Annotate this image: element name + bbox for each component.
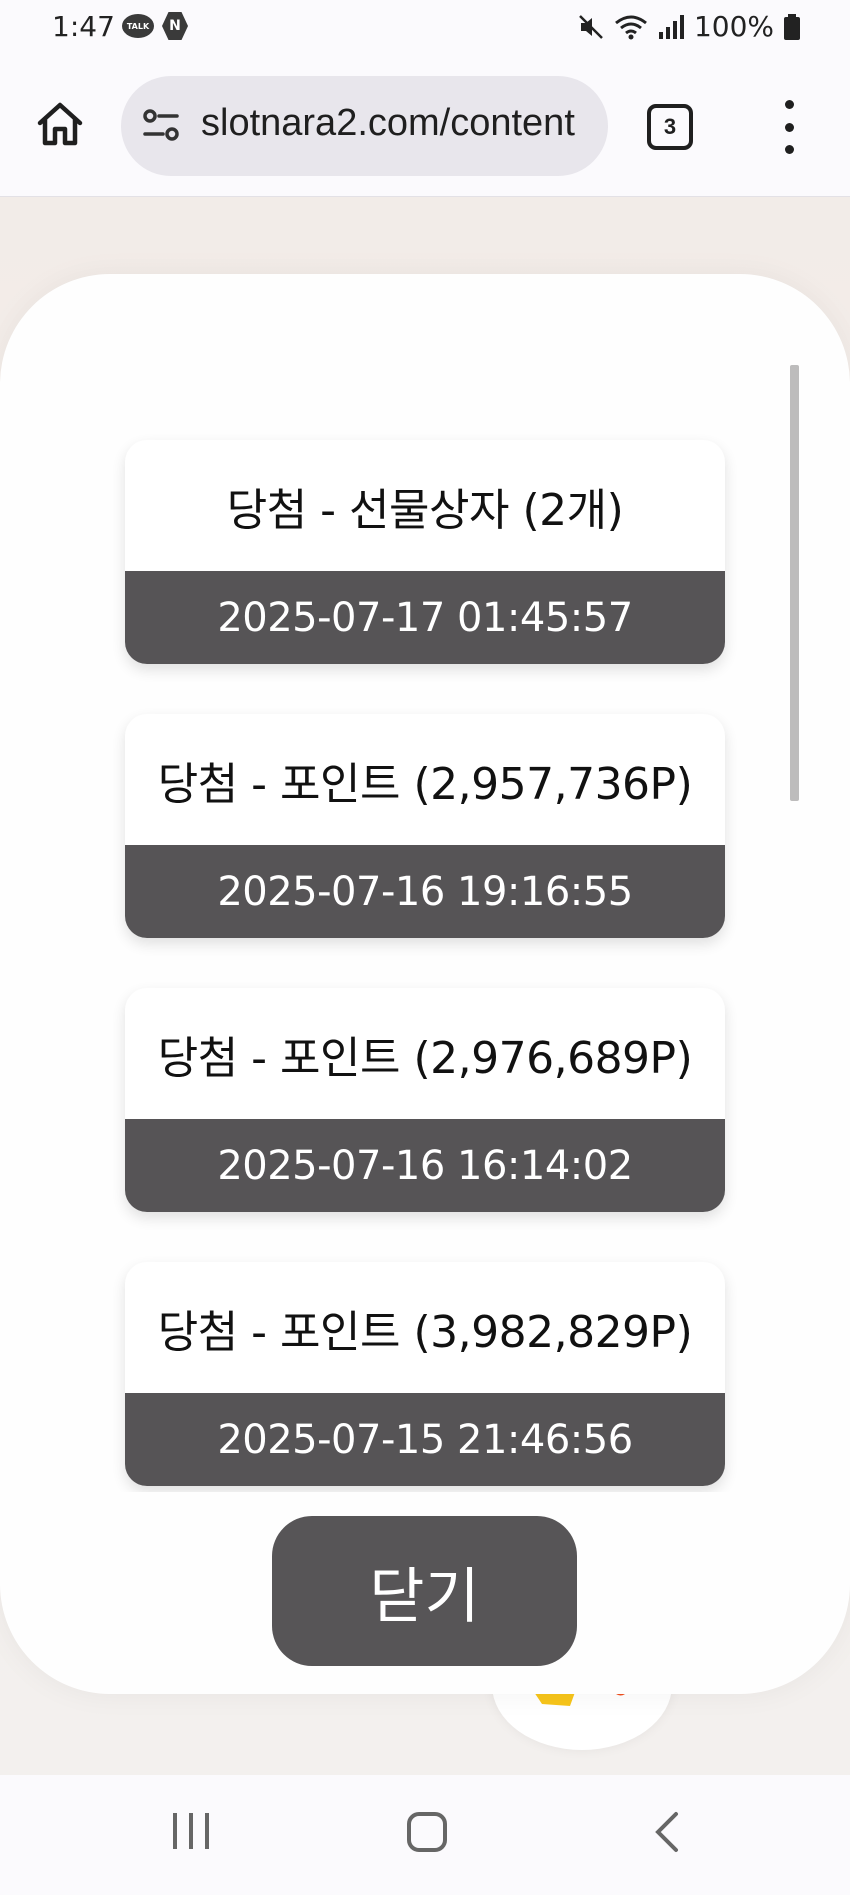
browser-toolbar: slotnara2.com/content 3 (0, 56, 850, 197)
battery-percent: 100% (693, 10, 774, 43)
menu-dot (784, 145, 794, 154)
back-button[interactable] (652, 1811, 682, 1853)
kakaotalk-notification-icon: TALK (122, 14, 154, 38)
home-icon (37, 102, 83, 146)
url-text[interactable]: slotnara2.com/content (201, 102, 596, 145)
mute-icon (579, 14, 603, 39)
home-button[interactable] (32, 96, 88, 152)
navigation-bar (0, 1775, 850, 1895)
recent-apps-icon (173, 1813, 209, 1849)
wifi-icon (615, 15, 647, 39)
status-right: 100% (578, 10, 800, 43)
card-title: 당첨 - 포인트 (3,982,829P) (157, 1306, 693, 1358)
card-title: 당첨 - 포인트 (2,976,689P) (157, 1032, 693, 1084)
site-settings-icon[interactable] (141, 106, 181, 146)
history-card: 당첨 - 포인트 (3,982,829P) 2025-07-15 21:46:5… (125, 1262, 725, 1486)
more-menu-button[interactable] (774, 100, 804, 154)
card-date: 2025-07-15 21:46:56 (125, 1393, 725, 1486)
menu-dot (784, 122, 794, 132)
battery-icon (784, 13, 800, 40)
card-date: 2025-07-16 19:16:55 (125, 845, 725, 938)
card-date: 2025-07-16 16:14:02 (125, 1119, 725, 1212)
status-bar: 1:47 TALK N 100% (0, 0, 850, 56)
close-button[interactable]: 닫기 (272, 1516, 577, 1666)
home-nav-icon (407, 1812, 447, 1852)
history-modal: 당첨 - 선물상자 (2개) 2025-07-17 01:45:57 당첨 - … (0, 274, 850, 1694)
recent-apps-button[interactable] (170, 1811, 212, 1851)
back-icon (655, 1812, 678, 1852)
history-card: 당첨 - 포인트 (2,976,689P) 2025-07-16 16:14:0… (125, 988, 725, 1212)
status-time: 1:47 (52, 10, 115, 43)
history-card: 당첨 - 선물상자 (2개) 2025-07-17 01:45:57 (125, 440, 725, 664)
card-title: 당첨 - 선물상자 (2개) (226, 484, 624, 536)
address-bar[interactable]: slotnara2.com/content (121, 76, 608, 176)
scrollbar[interactable] (790, 365, 799, 801)
menu-dot (784, 100, 794, 109)
tabs-button[interactable]: 3 (647, 104, 693, 150)
naver-notification-icon: N (162, 12, 188, 40)
card-date: 2025-07-17 01:45:57 (125, 571, 725, 664)
signal-icon (658, 14, 684, 39)
history-list[interactable]: 당첨 - 선물상자 (2개) 2025-07-17 01:45:57 당첨 - … (0, 314, 850, 1492)
card-title: 당첨 - 포인트 (2,957,736P) (157, 758, 693, 810)
history-card: 당첨 - 포인트 (2,957,736P) 2025-07-16 19:16:5… (125, 714, 725, 938)
home-nav-button[interactable] (406, 1811, 448, 1853)
